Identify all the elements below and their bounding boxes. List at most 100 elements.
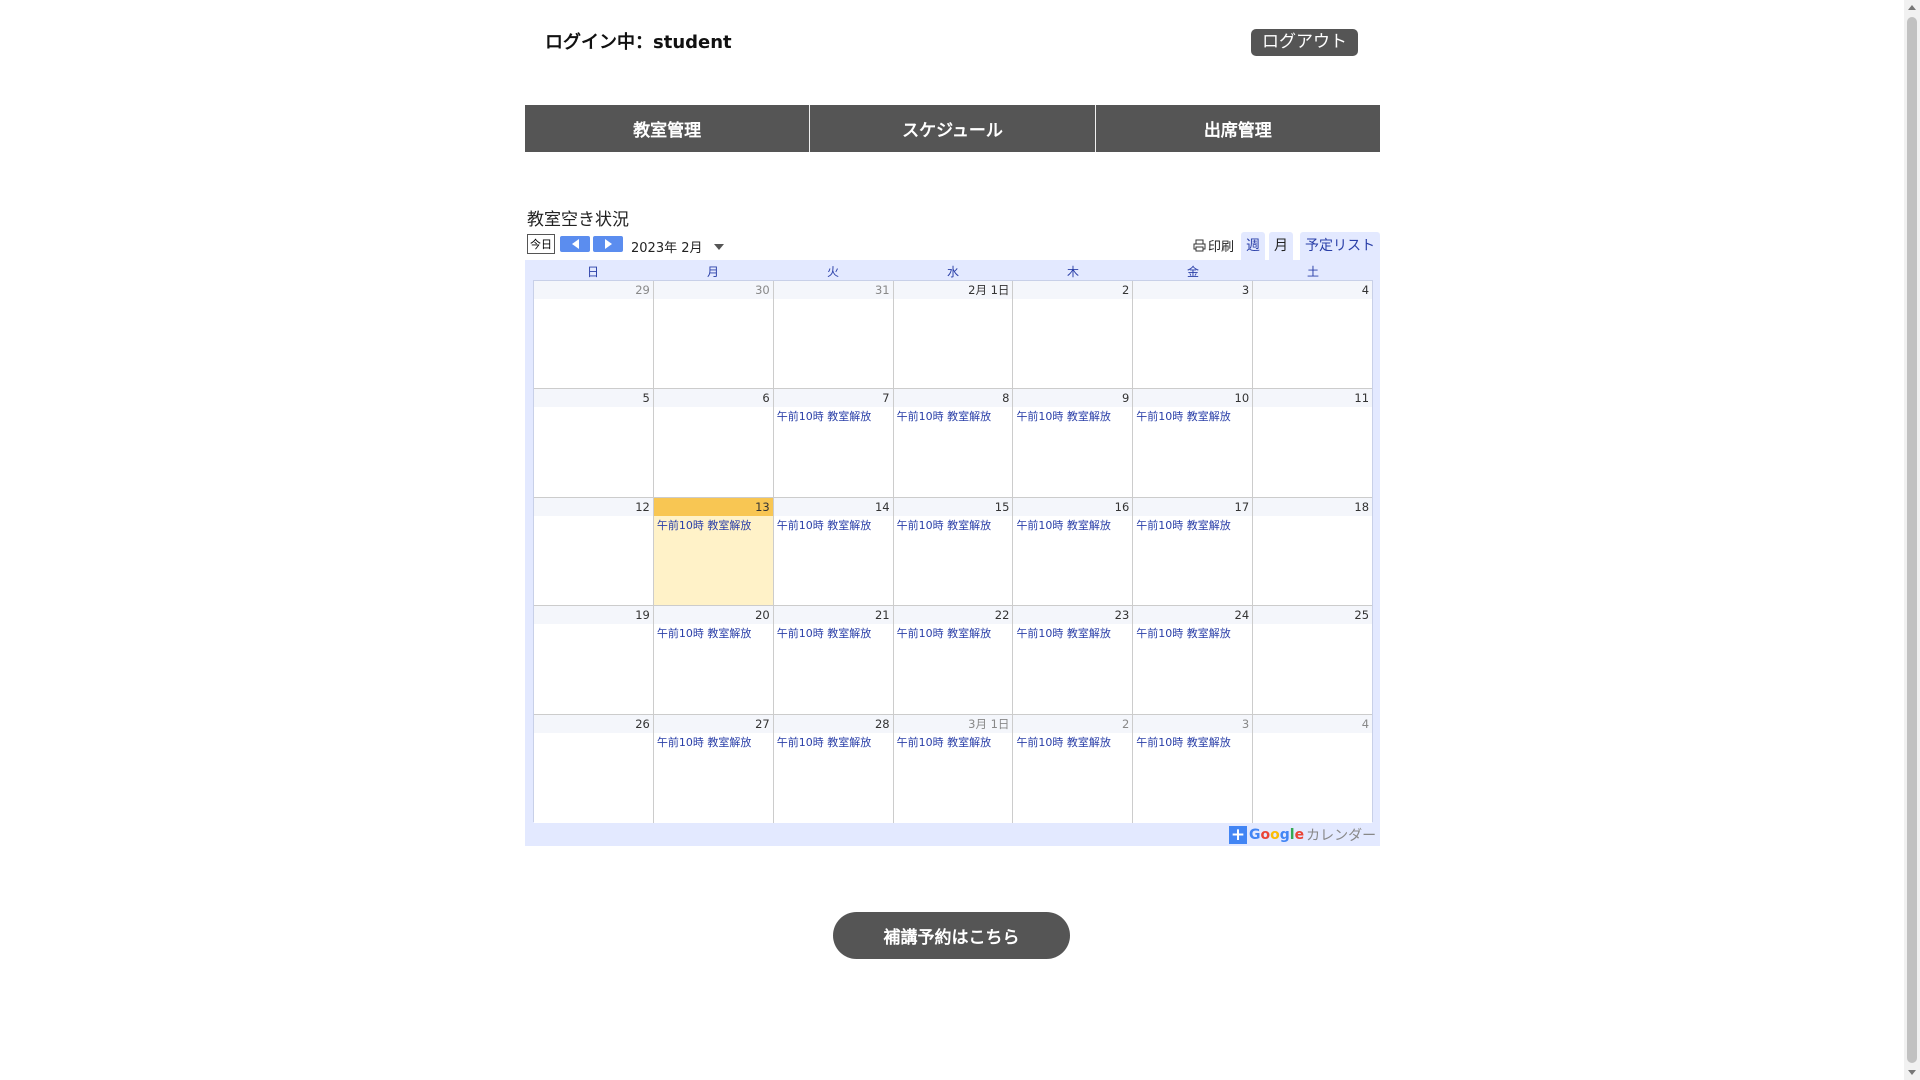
calendar-day[interactable]: 8 午前10時 教室解放 xyxy=(893,389,1014,497)
calendar-day[interactable]: 10 午前10時 教室解放 xyxy=(1133,389,1254,497)
dropdown-arrow-icon[interactable] xyxy=(714,244,724,250)
day-number: 20 xyxy=(653,606,773,625)
calendar-day[interactable]: 20 午前10時 教室解放 xyxy=(653,606,774,714)
calendar-day[interactable]: 11 xyxy=(1253,389,1373,497)
calendar-day[interactable]: 15 午前10時 教室解放 xyxy=(893,497,1014,606)
calendar-day[interactable]: 2 xyxy=(1013,281,1134,389)
scroll-down-icon[interactable] xyxy=(1908,1070,1916,1075)
print-label: 印刷 xyxy=(1208,240,1235,255)
calendar-event[interactable]: 午前10時 教室解放 xyxy=(1013,408,1132,424)
calendar-day[interactable]: 27 午前10時 教室解放 xyxy=(653,714,774,823)
calendar-event[interactable]: 午前10時 教室解放 xyxy=(1013,734,1132,750)
calendar-day[interactable]: 24 午前10時 教室解放 xyxy=(1133,606,1254,714)
calendar-event[interactable]: 午前10時 教室解放 xyxy=(654,625,773,641)
day-number: 27 xyxy=(653,714,773,733)
day-number: 19 xyxy=(534,606,653,625)
today-button[interactable]: 今日 xyxy=(527,234,555,254)
calendar-day[interactable]: 4 xyxy=(1253,714,1373,823)
calendar-day[interactable]: 4 xyxy=(1253,281,1373,389)
day-number: 5 xyxy=(534,389,653,408)
nav-item-schedule[interactable]: スケジュール xyxy=(810,105,1096,152)
calendar-day[interactable]: 28 午前10時 教室解放 xyxy=(773,714,894,823)
calendar-event[interactable]: 午前10時 教室解放 xyxy=(774,625,893,641)
calendar-event[interactable]: 午前10時 教室解放 xyxy=(894,734,1013,750)
printer-icon xyxy=(1193,239,1206,252)
logout-button[interactable]: ログアウト xyxy=(1251,29,1358,56)
calendar-day[interactable]: 14 午前10時 教室解放 xyxy=(773,497,894,606)
calendar-day[interactable]: 7 午前10時 教室解放 xyxy=(773,389,894,497)
calendar-day[interactable]: 19 xyxy=(534,606,654,714)
nav-item-classroom[interactable]: 教室管理 xyxy=(525,105,811,152)
calendar-week-row: 29 30 31 2月 1日 2 3 4 xyxy=(534,281,1373,390)
calendar-day[interactable]: 5 xyxy=(534,389,654,497)
day-number: 26 xyxy=(534,714,653,733)
prev-month-button[interactable] xyxy=(560,236,590,252)
calendar-event[interactable]: 午前10時 教室解放 xyxy=(774,517,893,533)
calendar-week-row: 5 6 7 午前10時 教室解放 8 午前10時 教室解放 9 午前10時 教室解放 10 午前1… xyxy=(534,389,1373,498)
calendar-event[interactable]: 午前10時 教室解放 xyxy=(1013,625,1132,641)
main-nav: 教室管理 スケジュール 出席管理 xyxy=(525,105,1380,152)
day-number: 13 xyxy=(653,497,773,516)
calendar-day[interactable]: 21 午前10時 教室解放 xyxy=(773,606,894,714)
arrow-right-icon xyxy=(604,239,612,249)
day-number: 31 xyxy=(773,281,893,299)
calendar-day-today[interactable]: 13 午前10時 教室解放 xyxy=(653,497,774,606)
nav-item-attendance[interactable]: 出席管理 xyxy=(1096,105,1380,152)
calendar-event[interactable]: 午前10時 教室解放 xyxy=(774,734,893,750)
calendar-day[interactable]: 22 午前10時 教室解放 xyxy=(893,606,1014,714)
calendar-day[interactable]: 31 xyxy=(773,281,894,389)
calendar-day[interactable]: 3月 1日 午前10時 教室解放 xyxy=(893,714,1014,823)
print-link[interactable]: 印刷 xyxy=(1193,236,1234,255)
calendar-event[interactable]: 午前10時 教室解放 xyxy=(894,408,1013,424)
calendar-day[interactable]: 29 xyxy=(534,281,654,389)
day-number: 9 xyxy=(1013,389,1133,408)
weekday-label: 金 xyxy=(1186,265,1199,279)
calendar-day[interactable]: 2 午前10時 教室解放 xyxy=(1013,714,1134,823)
day-number: 3月 1日 xyxy=(893,714,1013,733)
tab-month[interactable]: 月 xyxy=(1269,232,1293,260)
tab-agenda-list[interactable]: 予定リスト xyxy=(1300,232,1380,260)
makeup-reservation-button[interactable]: 補講予約はこちら xyxy=(833,912,1070,959)
calendar-day[interactable]: 6 xyxy=(653,389,774,497)
day-number: 4 xyxy=(1253,714,1373,733)
calendar-event[interactable]: 午前10時 教室解放 xyxy=(654,517,773,533)
calendar-event[interactable]: 午前10時 教室解放 xyxy=(1133,408,1252,424)
calendar-week-row: 26 27 午前10時 教室解放 28 午前10時 教室解放 3月 1日 午前10時 教室解… xyxy=(534,714,1373,823)
calendar-day[interactable]: 30 xyxy=(653,281,774,389)
calendar-day[interactable]: 3 午前10時 教室解放 xyxy=(1133,714,1254,823)
weekday-label: 日 xyxy=(586,265,599,279)
day-number: 25 xyxy=(1253,606,1373,625)
weekday-label: 水 xyxy=(946,265,959,279)
calendar-event[interactable]: 午前10時 教室解放 xyxy=(1133,625,1252,641)
calendar-event[interactable]: 午前10時 教室解放 xyxy=(1013,517,1132,533)
day-number: 21 xyxy=(773,606,893,625)
calendar-day[interactable]: 25 xyxy=(1253,606,1373,714)
calendar-day[interactable]: 17 午前10時 教室解放 xyxy=(1133,497,1254,606)
calendar-event[interactable]: 午前10時 教室解放 xyxy=(774,408,893,424)
tab-week[interactable]: 週 xyxy=(1241,232,1265,260)
calendar-day[interactable]: 18 xyxy=(1253,497,1373,606)
calendar-event[interactable]: 午前10時 教室解放 xyxy=(894,625,1013,641)
google-calendar-badge[interactable]: + Google カレンダー xyxy=(1229,826,1376,844)
login-status: ログイン中：student xyxy=(545,32,732,53)
google-calendar-label: カレンダー xyxy=(1306,828,1377,844)
calendar-day[interactable]: 12 xyxy=(534,497,654,606)
next-month-button[interactable] xyxy=(593,236,623,252)
scrollbar[interactable] xyxy=(1904,0,1920,1080)
google-logo: Google xyxy=(1249,827,1305,843)
calendar-event[interactable]: 午前10時 教室解放 xyxy=(894,517,1013,533)
calendar-day[interactable]: 26 xyxy=(534,714,654,823)
calendar-day[interactable]: 2月 1日 xyxy=(893,281,1014,389)
calendar-event[interactable]: 午前10時 教室解放 xyxy=(1133,517,1252,533)
calendar-event[interactable]: 午前10時 教室解放 xyxy=(1133,734,1252,750)
scroll-up-icon[interactable] xyxy=(1908,5,1916,10)
calendar-week-row: 12 13 午前10時 教室解放 14 午前10時 教室解放 15 午前10時 教室解放 16… xyxy=(534,497,1373,607)
calendar-day[interactable]: 16 午前10時 教室解放 xyxy=(1013,497,1134,606)
calendar-event[interactable]: 午前10時 教室解放 xyxy=(654,734,773,750)
calendar-day[interactable]: 3 xyxy=(1133,281,1254,389)
calendar-frame: 日 月 火 水 木 金 土 29 30 31 2月 1日 2 3 4 5 6 7 午前10時 教室解… xyxy=(525,260,1380,846)
calendar-day[interactable]: 9 午前10時 教室解放 xyxy=(1013,389,1134,497)
day-number: 24 xyxy=(1133,606,1253,625)
scroll-thumb[interactable] xyxy=(1907,17,1917,1063)
calendar-day[interactable]: 23 午前10時 教室解放 xyxy=(1013,606,1134,714)
